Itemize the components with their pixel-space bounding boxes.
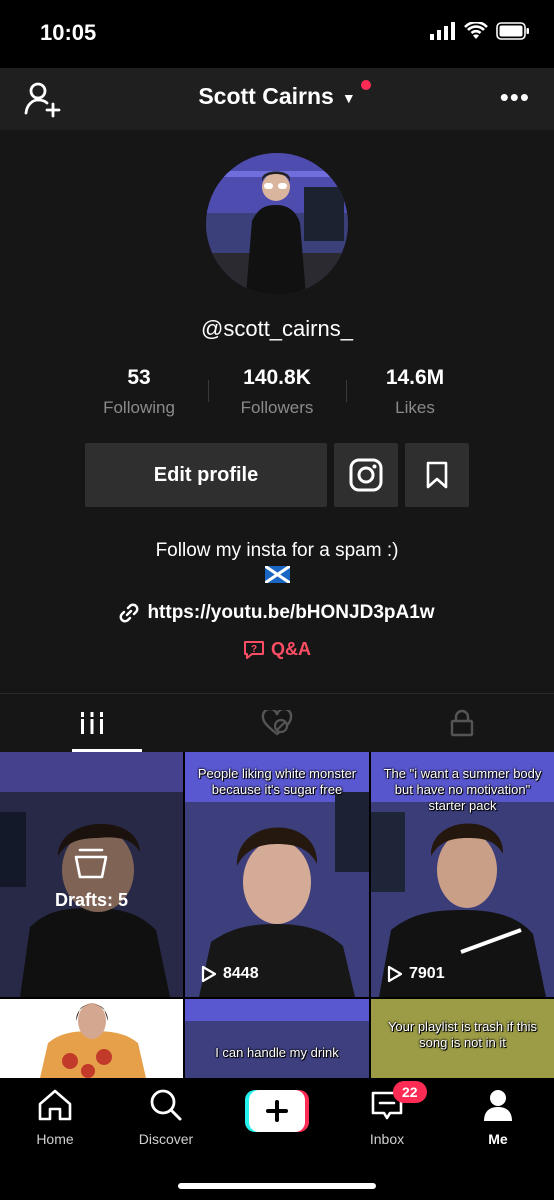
view-count-value: 8448 bbox=[223, 965, 259, 982]
stat-value: 14.6M bbox=[385, 366, 445, 389]
view-count: 8448 bbox=[201, 965, 259, 983]
stat-label: Followers bbox=[240, 398, 314, 417]
link-icon bbox=[120, 603, 139, 623]
page-title: Scott Cairns bbox=[198, 83, 334, 109]
nav-discover[interactable]: Discover bbox=[116, 1088, 216, 1147]
signal-icon bbox=[430, 22, 455, 40]
stat-value: 140.8K bbox=[243, 366, 311, 389]
video-thumbnail bbox=[0, 999, 183, 1078]
video-caption: I can handle my drink bbox=[215, 1045, 339, 1060]
video-tile[interactable]: I can handle my drink bbox=[185, 999, 369, 1078]
instagram-icon bbox=[349, 458, 383, 492]
scotland-flag-icon bbox=[265, 566, 290, 583]
play-icon bbox=[387, 965, 403, 983]
video-tile[interactable]: People liking white monster because it's… bbox=[185, 752, 369, 997]
stat-followers[interactable]: 140.8K Followers bbox=[208, 366, 346, 422]
lock-icon bbox=[450, 709, 474, 737]
wifi-icon bbox=[464, 22, 488, 39]
nav-home-label: Home bbox=[36, 1131, 74, 1147]
nav-me[interactable]: Me bbox=[448, 1088, 548, 1147]
chevron-down-icon: ▼ bbox=[341, 89, 356, 106]
nav-home[interactable]: Home bbox=[5, 1088, 105, 1147]
video-caption: People liking white monster because it's… bbox=[197, 766, 357, 797]
avatar[interactable] bbox=[206, 153, 348, 295]
video-grid: Drafts: 5 People liking white monster be… bbox=[0, 752, 554, 1078]
bottom-navigation: Home Discover Inbox 22 Me bbox=[0, 1078, 554, 1200]
view-count-value: 7901 bbox=[409, 965, 445, 982]
tab-liked[interactable] bbox=[185, 694, 369, 752]
profile-icon bbox=[484, 1090, 512, 1121]
drafts-label: Drafts: 5 bbox=[54, 890, 129, 910]
favorites-button[interactable] bbox=[405, 443, 469, 507]
stat-following[interactable]: 53 Following bbox=[70, 366, 208, 422]
qa-label: Q&A bbox=[271, 639, 311, 659]
grid-icon bbox=[80, 712, 104, 734]
qa-button[interactable]: ? Q&A bbox=[0, 639, 554, 660]
video-tile[interactable] bbox=[0, 999, 183, 1078]
status-time: 10:05 bbox=[40, 20, 97, 45]
video-caption: Your playlist is trash if this song is n… bbox=[387, 1019, 538, 1050]
profile-stats: 53 Following 140.8K Followers 14.6M Like… bbox=[70, 366, 484, 422]
battery-icon bbox=[496, 22, 529, 40]
edit-profile-button[interactable]: Edit profile bbox=[85, 443, 327, 507]
view-count: 7901 bbox=[387, 965, 445, 983]
heart-hidden-icon bbox=[261, 710, 293, 736]
search-icon bbox=[150, 1089, 182, 1121]
nav-me-label: Me bbox=[488, 1131, 508, 1147]
video-tile[interactable]: Your playlist is trash if this song is n… bbox=[371, 999, 554, 1078]
tab-private[interactable] bbox=[370, 694, 554, 752]
stat-label: Likes bbox=[395, 398, 435, 417]
instagram-button[interactable] bbox=[334, 443, 398, 507]
profile-actions: Edit profile bbox=[85, 443, 469, 507]
more-options-icon[interactable]: ••• bbox=[500, 82, 530, 113]
drafts-tile[interactable]: Drafts: 5 bbox=[0, 752, 183, 997]
stat-value: 53 bbox=[127, 366, 151, 389]
notification-dot bbox=[361, 80, 371, 90]
stat-likes[interactable]: 14.6M Likes bbox=[346, 366, 484, 422]
content-tabs bbox=[0, 693, 554, 752]
svg-text:?: ? bbox=[251, 644, 257, 655]
profile-section: @scott_cairns_ 53 Following 140.8K Follo… bbox=[0, 130, 554, 693]
qa-icon: ? bbox=[244, 641, 264, 660]
bio-link[interactable]: https://youtu.be/bHONJD3pA1w bbox=[0, 602, 554, 624]
inbox-badge: 22 bbox=[393, 1081, 427, 1103]
nav-discover-label: Discover bbox=[138, 1131, 194, 1147]
status-icons bbox=[430, 22, 530, 40]
bookmark-icon bbox=[426, 461, 448, 489]
create-video-button[interactable] bbox=[245, 1090, 309, 1132]
drafts-icon bbox=[74, 848, 108, 879]
tab-videos[interactable] bbox=[0, 694, 184, 752]
status-bar: 10:05 bbox=[0, 0, 554, 68]
stat-label: Following bbox=[103, 398, 175, 417]
video-thumbnail bbox=[185, 999, 369, 1078]
username: @scott_cairns_ bbox=[201, 316, 353, 341]
profile-header: Scott Cairns ▼ ••• bbox=[0, 68, 554, 130]
play-icon bbox=[201, 965, 217, 983]
bio-text: Follow my insta for a spam :) bbox=[155, 540, 399, 561]
nav-inbox-label: Inbox bbox=[369, 1131, 405, 1147]
bio-link-text: https://youtu.be/bHONJD3pA1w bbox=[147, 602, 435, 623]
video-tile[interactable]: The "i want a summer body but have no mo… bbox=[371, 752, 554, 997]
video-caption: The "i want a summer body but have no mo… bbox=[383, 766, 542, 813]
home-indicator bbox=[178, 1183, 376, 1189]
home-icon bbox=[38, 1089, 72, 1121]
account-switcher[interactable]: Scott Cairns ▼ bbox=[0, 83, 554, 110]
